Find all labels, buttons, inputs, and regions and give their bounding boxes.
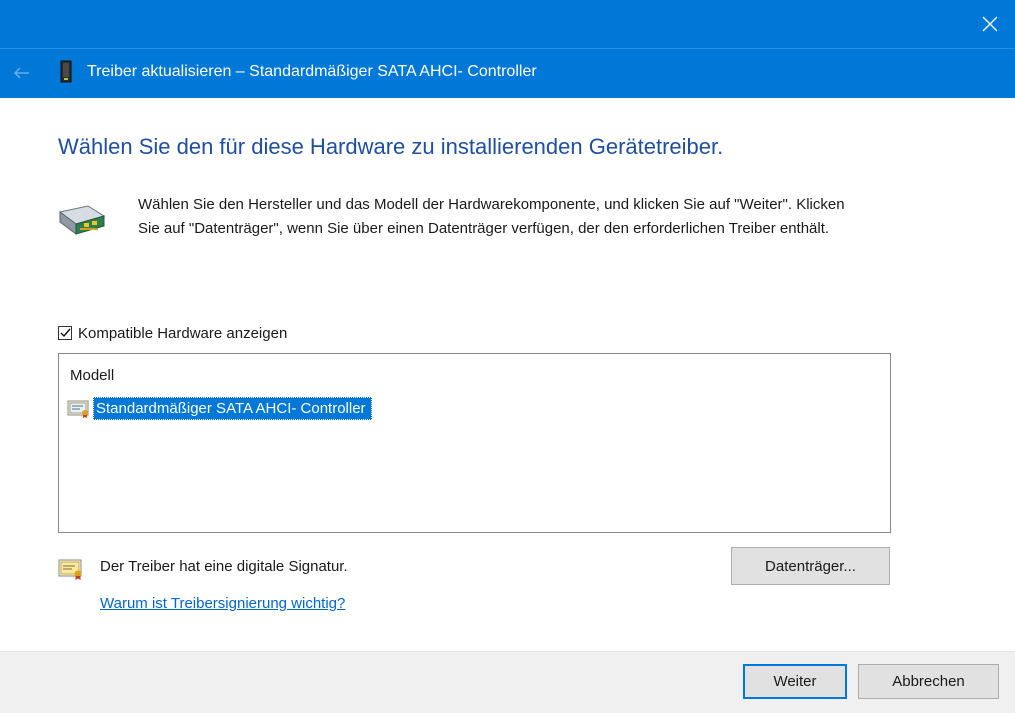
next-button[interactable]: Weiter: [743, 664, 847, 699]
compatible-hardware-row[interactable]: Kompatible Hardware anzeigen: [58, 323, 287, 343]
wizard-header: Treiber aktualisieren – Standardmäßiger …: [0, 48, 1015, 98]
back-button[interactable]: [8, 59, 36, 87]
instructions-text: Wählen Sie den Hersteller und das Modell…: [138, 196, 845, 237]
title-bar: [0, 0, 1015, 48]
checkmark-icon: [60, 328, 71, 338]
signature-info-link[interactable]: Warum ist Treibersignierung wichtig?: [100, 595, 345, 612]
compatible-hardware-label: Kompatible Hardware anzeigen: [78, 324, 288, 342]
signature-status-text: Der Treiber hat eine digitale Signatur.: [100, 558, 348, 575]
window-title: Treiber aktualisieren – Standardmäßiger …: [87, 63, 537, 80]
model-column-header: Modell: [70, 367, 115, 384]
list-item[interactable]: Standardmäßiger SATA AHCI- Controller: [67, 394, 372, 422]
compatible-hardware-checkbox[interactable]: [58, 326, 72, 340]
model-listbox[interactable]: Modell Standardmäßiger SATA AHCI- Contro…: [58, 353, 891, 533]
hardware-card-icon: [58, 205, 106, 235]
close-icon: [982, 16, 998, 32]
device-icon: [60, 60, 72, 83]
cancel-button[interactable]: Abbrechen: [858, 664, 999, 699]
close-button[interactable]: [965, 0, 1015, 48]
update-driver-window: Treiber aktualisieren – Standardmäßiger …: [0, 0, 1015, 713]
model-item-label: Standardmäßiger SATA AHCI- Controller: [93, 396, 372, 420]
have-disk-button[interactable]: Datenträger...: [731, 547, 890, 585]
back-arrow-icon: [14, 67, 29, 79]
certificate-icon: [67, 400, 89, 418]
certificate-icon: [58, 559, 82, 580]
page-heading: Wählen Sie den für diese Hardware zu ins…: [58, 134, 724, 159]
